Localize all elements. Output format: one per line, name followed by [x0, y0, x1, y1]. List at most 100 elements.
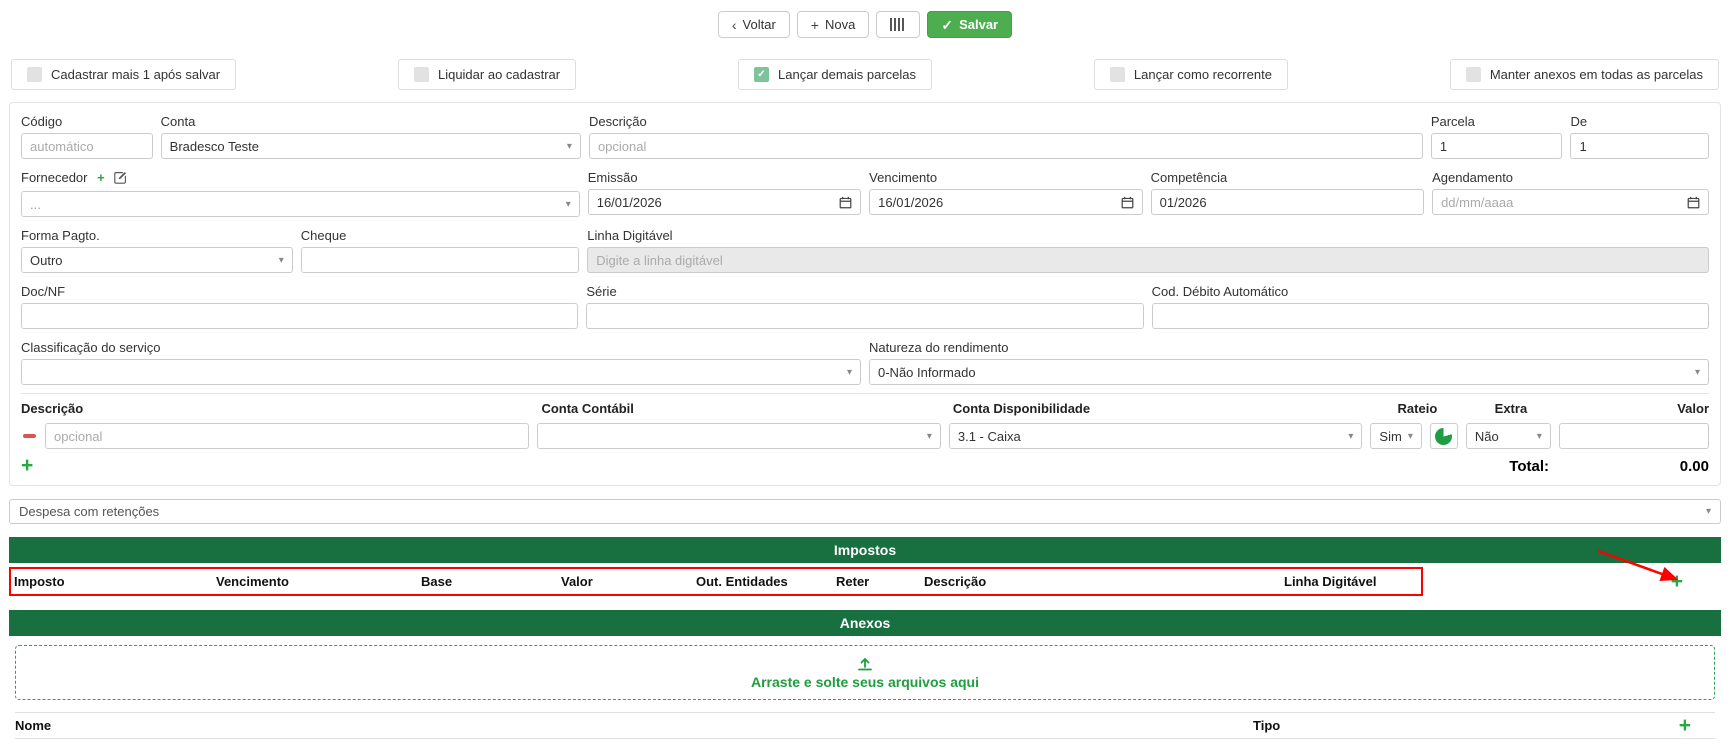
total-value: 0.00 — [1549, 458, 1709, 475]
emissao-date-input[interactable]: 16/01/2026 — [588, 189, 861, 215]
checkbox-manter-anexos[interactable]: ✓ Manter anexos em todas as parcelas — [1450, 59, 1719, 90]
classificacao-field: Classificação do serviço ▾ — [21, 337, 861, 385]
col-base: Base — [421, 574, 561, 589]
cheque-input[interactable] — [301, 247, 580, 273]
codigo-input[interactable] — [21, 133, 153, 159]
chevron-down-icon: ▾ — [1537, 431, 1542, 442]
natureza-select[interactable]: 0-Não Informado ▾ — [869, 359, 1709, 385]
serie-field: Série — [586, 281, 1143, 329]
checkbox-icon[interactable]: ✓ — [754, 67, 769, 82]
competencia-label: Competência — [1151, 170, 1424, 185]
calendar-icon — [839, 196, 852, 209]
file-dropzone[interactable]: Arraste e solte seus arquivos aqui — [15, 645, 1715, 700]
add-anexo-icon[interactable]: + — [1679, 717, 1691, 735]
natureza-label: Natureza do rendimento — [869, 340, 1709, 355]
checkbox-label: Lançar como recorrente — [1134, 67, 1272, 82]
classificacao-select[interactable]: ▾ — [21, 359, 861, 385]
add-item-icon[interactable]: + — [21, 457, 33, 475]
descricao-input[interactable] — [589, 133, 1423, 159]
competencia-input[interactable]: 01/2026 — [1151, 189, 1424, 215]
save-button[interactable]: ✓ Salvar — [927, 11, 1012, 38]
rateio-pie-button[interactable] — [1430, 423, 1458, 449]
checkbox-label: Cadastrar mais 1 após salvar — [51, 67, 220, 82]
add-fornecedor-icon[interactable]: + — [97, 170, 105, 185]
serie-input[interactable] — [586, 303, 1143, 329]
checkbox-liquidar[interactable]: ✓ Liquidar ao cadastrar — [398, 59, 576, 90]
item-conta-contabil-select[interactable]: ▾ — [537, 423, 940, 449]
remove-item-icon[interactable] — [21, 434, 37, 438]
checkbox-icon[interactable]: ✓ — [1466, 67, 1481, 82]
vencimento-field: Vencimento 16/01/2026 — [869, 167, 1142, 217]
item-conta-disponibilidade-select[interactable]: 3.1 - Caixa ▾ — [949, 423, 1363, 449]
anexos-header-bar: Anexos — [9, 610, 1721, 636]
col-linha-digitavel: Linha Digitável — [1284, 574, 1524, 589]
linha-digitavel-field: Linha Digitável — [587, 225, 1709, 273]
col-extra: Extra — [1468, 401, 1553, 416]
calendar-icon — [1121, 196, 1134, 209]
cheque-field: Cheque — [301, 225, 580, 273]
vencimento-date-input[interactable]: 16/01/2026 — [869, 189, 1142, 215]
barcode-icon — [890, 18, 906, 31]
checkbox-icon[interactable]: ✓ — [1110, 67, 1125, 82]
agendamento-date-input[interactable]: dd/mm/aaaa — [1432, 189, 1709, 215]
col-rateio: Rateio — [1374, 401, 1460, 416]
col-descricao: Descrição — [21, 401, 533, 416]
fornecedor-field: Fornecedor + ... ▾ — [21, 167, 580, 217]
new-button[interactable]: + Nova — [797, 11, 870, 38]
barcode-button[interactable] — [876, 11, 920, 38]
checkbox-recorrente[interactable]: ✓ Lançar como recorrente — [1094, 59, 1288, 90]
natureza-field: Natureza do rendimento 0-Não Informado ▾ — [869, 337, 1709, 385]
col-valor: Valor — [561, 574, 696, 589]
codigo-field: Código — [21, 111, 153, 159]
col-valor: Valor — [1561, 401, 1709, 416]
impostos-title: Impostos — [834, 542, 896, 558]
chevron-left-icon: ‹ — [732, 18, 737, 32]
item-descricao-input[interactable] — [45, 423, 529, 449]
cod-debito-input[interactable] — [1152, 303, 1709, 329]
checkbox-icon[interactable]: ✓ — [27, 67, 42, 82]
chevron-down-icon: ▾ — [567, 141, 572, 152]
checkbox-icon[interactable]: ✓ — [414, 67, 429, 82]
chevron-down-icon: ▾ — [1706, 506, 1711, 517]
item-rateio-select[interactable]: Sim ▾ — [1370, 423, 1421, 449]
fornecedor-select[interactable]: ... ▾ — [21, 191, 580, 217]
chevron-down-icon: ▾ — [1695, 367, 1700, 378]
edit-fornecedor-icon[interactable] — [114, 172, 127, 187]
chevron-down-icon: ▾ — [279, 255, 284, 266]
add-imposto-icon[interactable]: + — [1671, 573, 1683, 591]
doc-nf-input[interactable] — [21, 303, 578, 329]
cod-debito-label: Cod. Débito Automático — [1152, 284, 1709, 299]
conta-select[interactable]: Bradesco Teste ▾ — [161, 133, 581, 159]
checkbox-cadastrar-mais[interactable]: ✓ Cadastrar mais 1 após salvar — [11, 59, 236, 90]
de-field: De — [1570, 111, 1709, 159]
upload-icon — [857, 656, 873, 672]
anexos-title: Anexos — [840, 615, 891, 631]
col-conta-contabil: Conta Contábil — [541, 401, 944, 416]
linha-digitavel-input[interactable] — [587, 247, 1709, 273]
back-button[interactable]: ‹ Voltar — [718, 11, 790, 38]
chevron-down-icon: ▾ — [927, 431, 932, 442]
de-label: De — [1570, 114, 1709, 129]
parcela-input[interactable] — [1431, 133, 1563, 159]
de-input[interactable] — [1570, 133, 1709, 159]
check-icon: ✓ — [941, 18, 953, 32]
item-extra-select[interactable]: Não ▾ — [1466, 423, 1551, 449]
pie-chart-icon — [1435, 428, 1452, 445]
chevron-down-icon: ▾ — [1408, 431, 1413, 442]
items-footer: + Total: 0.00 — [21, 457, 1709, 475]
forma-pagto-select[interactable]: Outro ▾ — [21, 247, 293, 273]
retencoes-select[interactable]: Despesa com retenções ▾ — [9, 499, 1721, 524]
chevron-down-icon: ▾ — [566, 199, 571, 210]
chevron-down-icon: ▾ — [847, 367, 852, 378]
conta-label: Conta — [161, 114, 581, 129]
parcela-field: Parcela — [1431, 111, 1563, 159]
classificacao-label: Classificação do serviço — [21, 340, 861, 355]
impostos-table-header: Imposto Vencimento Base Valor Out. Entid… — [9, 566, 1721, 597]
checkbox-lancar-parcelas[interactable]: ✓ Lançar demais parcelas — [738, 59, 932, 90]
cheque-label: Cheque — [301, 228, 580, 243]
save-button-label: Salvar — [959, 17, 998, 32]
dropzone-text: Arraste e solte seus arquivos aqui — [751, 674, 979, 690]
col-imposto: Imposto — [9, 574, 216, 589]
new-button-label: Nova — [825, 17, 855, 32]
item-valor-input[interactable] — [1559, 423, 1709, 449]
